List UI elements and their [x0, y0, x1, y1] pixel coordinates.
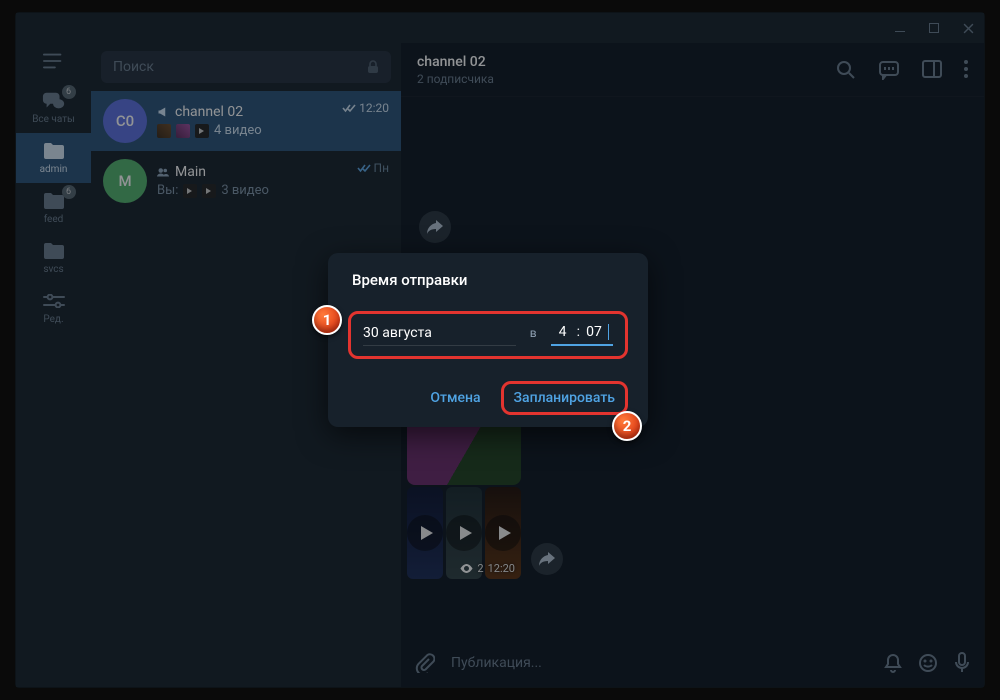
rail-label: Ред. [43, 314, 63, 325]
avatar: M [103, 159, 147, 203]
text-caret [608, 324, 609, 340]
window-minimize-button[interactable] [894, 22, 906, 34]
thumb-icon [157, 124, 171, 138]
minute-value: 07 [586, 324, 602, 340]
voice-button[interactable] [954, 652, 970, 674]
discussion-button[interactable] [878, 60, 900, 80]
notifications-button[interactable] [884, 653, 902, 673]
eye-icon [460, 564, 473, 573]
thumb-icon [202, 184, 216, 198]
video-time: 12:20 [488, 562, 515, 575]
rail-badge: 6 [62, 185, 76, 199]
window-close-button[interactable] [962, 22, 974, 34]
schedule-dialog: Время отправки 30 августа в 4 : 07 Отмен… [328, 253, 648, 427]
chat-time: Пн [374, 161, 389, 175]
schedule-highlight: Запланировать [501, 381, 628, 415]
chat-preview-prefix: Вы: [157, 183, 178, 198]
schedule-button[interactable]: Запланировать [504, 384, 625, 412]
rail-label: feed [44, 214, 64, 225]
checks-icon [342, 103, 356, 113]
megaphone-icon [157, 106, 169, 118]
chat-preview: 4 видео [214, 123, 262, 138]
at-label: в [530, 326, 537, 344]
video-meta: 2 12:20 [460, 562, 515, 575]
folder-icon [42, 141, 66, 161]
more-button[interactable] [964, 60, 968, 80]
window-maximize-button[interactable] [928, 22, 940, 34]
time-input[interactable]: 4 : 07 [551, 324, 613, 346]
chat-preview: 3 видео [221, 183, 269, 198]
chat-subtitle: 2 подписчика [417, 72, 836, 86]
video-album: 2 12:20 [407, 487, 521, 579]
rail-item-feed[interactable]: 6 feed [16, 183, 91, 233]
rail-label: svcs [43, 264, 63, 275]
avatar: C0 [103, 99, 147, 143]
chats-icon: 6 [42, 91, 66, 111]
thumb-icon [183, 184, 197, 198]
video-views: 2 [477, 562, 483, 575]
dialog-title: Время отправки [352, 271, 628, 289]
chat-header: channel 02 2 подписчика [401, 43, 984, 97]
folder-icon: 6 [42, 191, 66, 211]
sliders-icon [42, 291, 66, 311]
group-icon [157, 166, 169, 178]
rail-label: admin [40, 164, 68, 175]
cancel-button[interactable]: Отмена [418, 381, 492, 415]
chat-header-titles[interactable]: channel 02 2 подписчика [417, 54, 836, 86]
folder-icon [42, 241, 66, 261]
rail-item-all-chats[interactable]: 6 Все чаты [16, 83, 91, 133]
annotation-callout-1: 1 [312, 305, 342, 335]
date-input[interactable]: 30 августа [363, 325, 516, 346]
composer-placeholder: Публикация... [451, 655, 542, 671]
forward-button[interactable] [419, 211, 451, 243]
rail-item-svcs[interactable]: svcs [16, 233, 91, 283]
attach-button[interactable] [415, 653, 435, 673]
chat-name: channel 02 [175, 104, 243, 120]
composer: Публикация... [401, 639, 984, 687]
video-thumb[interactable]: 2 12:20 [485, 487, 521, 579]
search-input[interactable]: Поиск [101, 51, 391, 83]
app-window: 6 Все чаты admin 6 feed [15, 12, 985, 688]
thumb-icon [176, 124, 190, 138]
folder-rail: 6 Все чаты admin 6 feed [16, 43, 91, 687]
chat-row-main[interactable]: M Main Вы: 3 видео Пн [91, 151, 401, 211]
checks-icon [357, 163, 371, 173]
chat-row-channel02[interactable]: C0 channel 02 4 видео 12:20 [91, 91, 401, 151]
hour-value: 4 [555, 324, 571, 340]
menu-button[interactable] [43, 53, 65, 69]
video-thumb[interactable] [407, 487, 443, 579]
search-placeholder: Поиск [113, 59, 154, 75]
chat-name: Main [175, 164, 206, 180]
play-icon [485, 515, 521, 551]
rail-item-admin[interactable]: admin [16, 133, 91, 183]
search-button[interactable] [836, 60, 856, 80]
lock-icon [367, 60, 379, 74]
thumb-icon [195, 124, 209, 138]
chat-title: channel 02 [417, 54, 836, 70]
play-icon [446, 515, 482, 551]
titlebar [16, 13, 984, 43]
forward-button[interactable] [531, 543, 563, 575]
annotation-callout-2: 2 [612, 411, 642, 441]
time-sep: : [577, 324, 580, 340]
rail-badge: 6 [62, 85, 76, 99]
rail-label: Все чаты [32, 114, 75, 125]
photo-album[interactable] [407, 101, 409, 247]
sidepanel-button[interactable] [922, 60, 942, 80]
play-icon [407, 515, 443, 551]
date-value: 30 августа [363, 325, 432, 341]
datetime-row: 30 августа в 4 : 07 [348, 311, 628, 359]
rail-item-edit[interactable]: Ред. [16, 283, 91, 333]
composer-input[interactable]: Публикация... [451, 655, 868, 671]
chat-time: 12:20 [359, 101, 389, 115]
emoji-button[interactable] [918, 653, 938, 673]
